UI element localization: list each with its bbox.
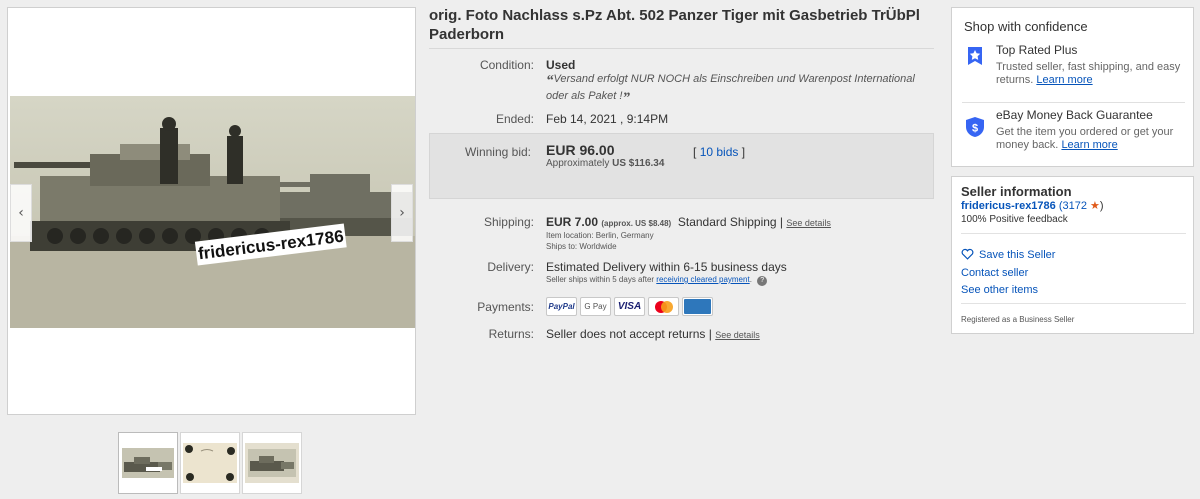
- seller-divider-top: [961, 233, 1186, 234]
- svg-text:$: $: [972, 123, 978, 135]
- top-rated-learn-more-link[interactable]: Learn more: [1036, 74, 1092, 86]
- delivery-note-prefix: Seller ships within 5 days after: [546, 275, 655, 284]
- contact-seller-link[interactable]: Contact seller: [961, 267, 1028, 279]
- returns-value: Seller does not accept returns |: [546, 327, 712, 341]
- chevron-left-icon: ‹: [18, 205, 24, 221]
- top-rated-badge-icon: [968, 47, 982, 65]
- delivery-row: Delivery: Estimated Delivery within 6-15…: [429, 260, 934, 288]
- visa-icon: VISA: [614, 297, 645, 316]
- google-pay-icon: G Pay: [580, 297, 611, 316]
- delivery-value: Estimated Delivery within 6-15 business …: [546, 260, 787, 274]
- approx-value: US $116.34: [612, 158, 665, 169]
- seller-name-link[interactable]: fridericus-rex1786: [961, 200, 1056, 212]
- shipping-label: Shipping:: [483, 215, 534, 229]
- save-seller-button[interactable]: Save this Seller: [961, 248, 1055, 261]
- condition-value: Used: [546, 58, 576, 72]
- approx-label: Approximately: [546, 158, 610, 169]
- thumbnail-tank-framed-image: [245, 443, 299, 483]
- payments-label: Payments:: [477, 300, 534, 314]
- seller-id-line: fridericus-rex1786 (3172 ★): [961, 199, 1104, 212]
- thumbnail-1[interactable]: [118, 432, 178, 494]
- open-quote-icon: “: [546, 73, 554, 89]
- winning-bid-value: EUR 96.00: [546, 142, 615, 158]
- delivery-note: Seller ships within 5 days after receivi…: [546, 275, 768, 286]
- payment-methods: PayPal G Pay VISA: [546, 297, 713, 316]
- thumbnail-3[interactable]: [242, 432, 302, 494]
- confidence-divider: [962, 102, 1185, 103]
- title-divider: [429, 48, 934, 49]
- seller-notes-text: Versand erfolgt NUR NOCH als Einschreibe…: [546, 73, 915, 102]
- thumbnail-photo-back-image: [183, 443, 237, 483]
- feedback-score-link[interactable]: (3172: [1059, 200, 1087, 212]
- condition-label: Condition:: [479, 58, 534, 72]
- bid-history-link[interactable]: 10 bids: [700, 145, 739, 159]
- returns-see-details-link[interactable]: See details: [715, 330, 760, 340]
- star-icon: ★: [1090, 199, 1100, 212]
- image-viewer: fridericus-rex1786 ‹ ›: [7, 7, 416, 415]
- amex-icon: [682, 297, 713, 316]
- positive-feedback: 100% Positive feedback: [961, 214, 1068, 225]
- paypal-icon: PayPal: [546, 297, 577, 316]
- shop-with-confidence-card: Shop with confidence Top Rated Plus Trus…: [951, 7, 1194, 167]
- delivery-label: Delivery:: [487, 260, 534, 274]
- shipping-cost: EUR 7.00: [546, 215, 599, 229]
- see-other-items-link[interactable]: See other items: [961, 284, 1038, 296]
- guarantee-desc: Get the item you ordered or get your mon…: [996, 126, 1186, 152]
- condition-row: Condition: Used “Versand erfolgt NUR NOC…: [429, 58, 934, 108]
- next-image-button[interactable]: ›: [391, 184, 413, 242]
- close-quote-icon: ”: [622, 90, 630, 106]
- shipping-see-details-link[interactable]: See details: [786, 218, 831, 228]
- thumbnail-2[interactable]: [180, 432, 240, 494]
- thumbnail-tank-image: [122, 448, 174, 478]
- feedback-score-close: ): [1099, 200, 1104, 212]
- returns-label: Returns:: [488, 327, 534, 341]
- bid-count: [ 10 bids ]: [693, 145, 745, 159]
- approx-price: Approximately US $116.34: [546, 158, 664, 169]
- seller-notes: “Versand erfolgt NUR NOCH als Einschreib…: [546, 72, 931, 106]
- seller-information-card: Seller information fridericus-rex1786 (3…: [951, 176, 1194, 334]
- save-seller-label: Save this Seller: [979, 249, 1056, 261]
- previous-image-button[interactable]: ‹: [10, 184, 32, 242]
- winning-bid-box: Winning bid: EUR 96.00 Approximately US …: [429, 133, 934, 199]
- returns-summary: Seller does not accept returns | See det…: [546, 327, 760, 341]
- shield-dollar-icon: $: [966, 117, 984, 137]
- delivery-note-suffix: .: [749, 275, 752, 284]
- seller-divider-bottom: [961, 303, 1186, 304]
- top-rated-desc: Trusted seller, fast shipping, and easy …: [996, 61, 1186, 87]
- registered-business-seller: Registered as a Business Seller: [961, 315, 1075, 324]
- ended-value: Feb 14, 2021 , 9:14PM: [546, 112, 669, 126]
- tank-photo-image: fridericus-rex1786: [10, 96, 415, 328]
- shipping-row: Shipping: EUR 7.00 (approx. US $8.48) St…: [429, 215, 934, 255]
- guarantee-title: eBay Money Back Guarantee: [996, 108, 1153, 122]
- cleared-payment-link[interactable]: receiving cleared payment: [656, 275, 749, 284]
- shipping-service: Standard Shipping |: [677, 215, 784, 229]
- item-title: orig. Foto Nachlass s.Pz Abt. 502 Panzer…: [429, 7, 920, 43]
- shipping-approx: (approx. US $8.48): [601, 219, 672, 228]
- item-location: Item location: Berlin, Germany: [546, 231, 654, 240]
- confidence-heading: Shop with confidence: [964, 19, 1088, 34]
- winning-bid-label: Winning bid:: [464, 145, 531, 159]
- mastercard-icon: [648, 297, 679, 316]
- guarantee-learn-more-link[interactable]: Learn more: [1061, 139, 1117, 151]
- ships-to: Ships to: Worldwide: [546, 242, 617, 251]
- main-item-photo[interactable]: fridericus-rex1786: [10, 96, 415, 328]
- help-icon[interactable]: ?: [757, 276, 768, 286]
- top-rated-title: Top Rated Plus: [996, 43, 1078, 57]
- bid-count-close: ]: [741, 145, 746, 159]
- thumbnail-strip: [118, 432, 302, 494]
- seller-heading: Seller information: [961, 184, 1072, 199]
- bid-count-open: [: [693, 145, 697, 159]
- chevron-right-icon: ›: [399, 205, 405, 221]
- ended-label: Ended:: [495, 112, 534, 126]
- shipping-summary: EUR 7.00 (approx. US $8.48) Standard Shi…: [546, 215, 831, 229]
- heart-icon: [961, 248, 974, 260]
